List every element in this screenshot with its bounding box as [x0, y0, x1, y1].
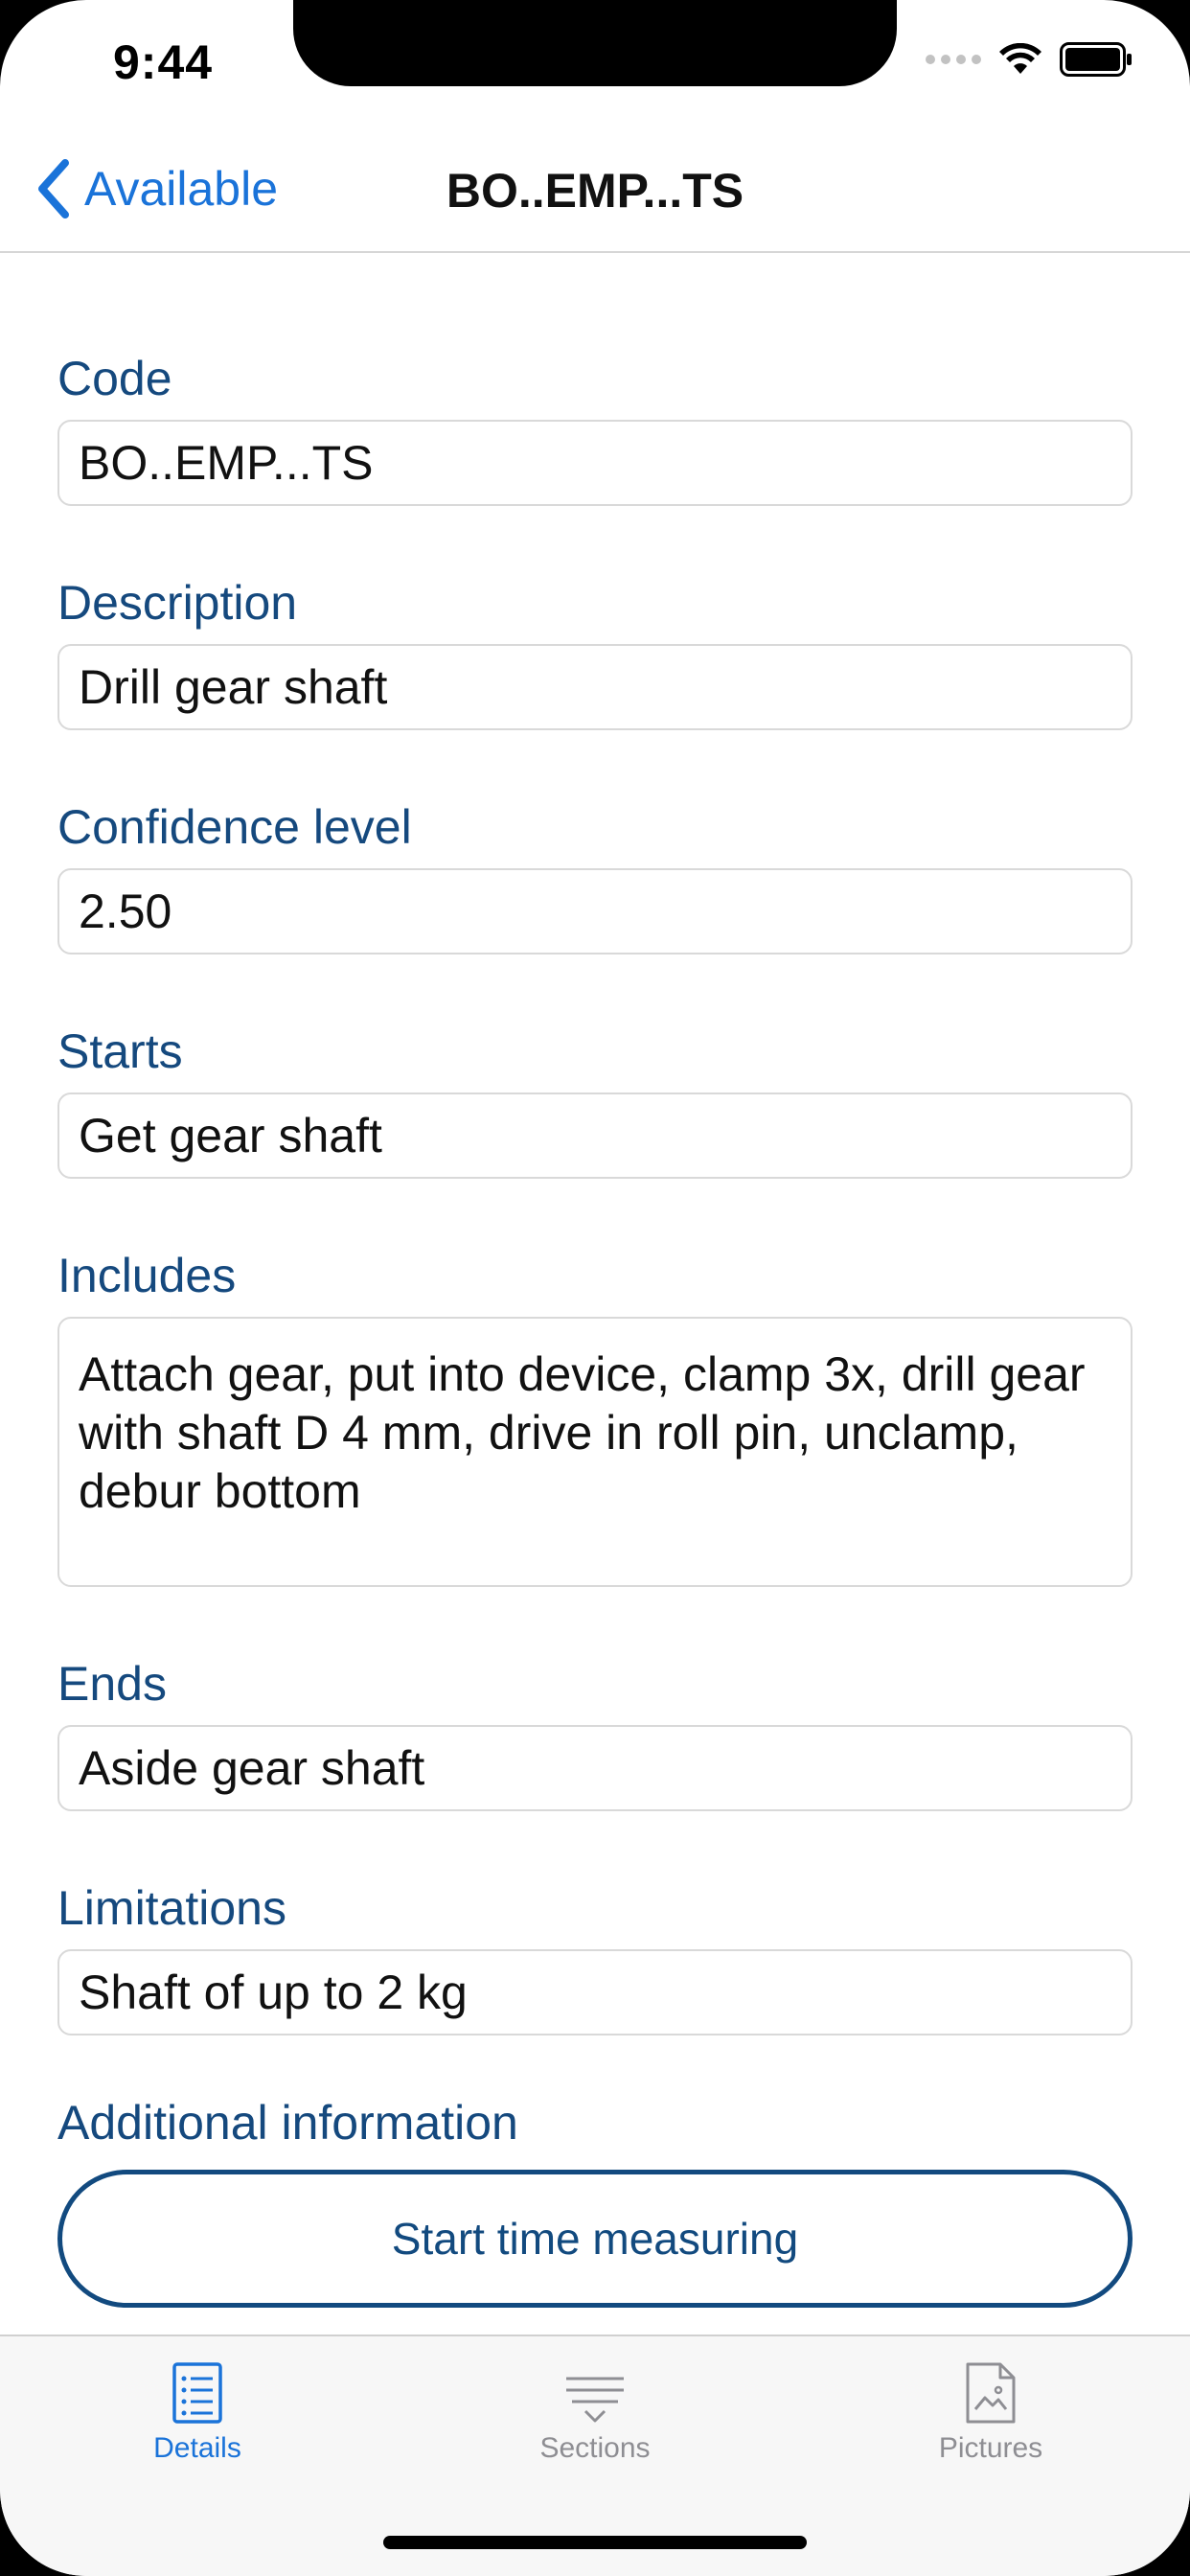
- tab-details[interactable]: Details: [54, 2361, 341, 2496]
- field-label: Description: [57, 576, 298, 630]
- starts-field[interactable]: Get gear shaft: [57, 1092, 1133, 1179]
- field-label: Ends: [57, 1657, 167, 1711]
- field-description: Description Drill gear shaft: [57, 573, 1133, 730]
- tab-sections[interactable]: Sections: [451, 2361, 739, 2496]
- includes-textarea[interactable]: Attach gear, put into device, clamp 3x, …: [57, 1317, 1133, 1587]
- confidence-level-field[interactable]: 2.50: [57, 868, 1133, 954]
- list-document-icon: [172, 2362, 222, 2424]
- field-label: Includes: [57, 1249, 237, 1302]
- field-label: Confidence level: [57, 800, 412, 854]
- wifi-icon: [999, 43, 1041, 74]
- battery-icon: [1060, 42, 1132, 77]
- field-includes: Includes Attach gear, put into device, c…: [57, 1246, 1133, 1587]
- field-code: Code BO..EMP...TS: [57, 349, 1133, 506]
- start-time-measuring-button[interactable]: Start time measuring: [57, 2170, 1133, 2308]
- ends-field[interactable]: Aside gear shaft: [57, 1725, 1133, 1811]
- field-limitations: Limitations Shaft of up to 2 kg: [57, 1878, 1133, 2036]
- code-field[interactable]: BO..EMP...TS: [57, 420, 1133, 506]
- device-notch: [293, 0, 897, 86]
- navigation-bar: Available BO..EMP...TS: [0, 126, 1190, 253]
- additional-information-label: Additional information: [57, 2096, 518, 2150]
- page-title: BO..EMP...TS: [446, 164, 744, 218]
- status-time: 9:44: [113, 35, 214, 89]
- tab-label: Details: [153, 2432, 241, 2464]
- field-ends: Ends Aside gear shaft: [57, 1654, 1133, 1811]
- tab-label: Pictures: [938, 2432, 1043, 2464]
- home-indicator[interactable]: [383, 2536, 807, 2549]
- status-bar: 9:44: [0, 0, 1190, 115]
- tab-label: Sections: [539, 2432, 651, 2464]
- sections-filter-icon: [566, 2377, 624, 2423]
- limitations-field[interactable]: Shaft of up to 2 kg: [57, 1949, 1133, 2036]
- description-field[interactable]: Drill gear shaft: [57, 644, 1133, 730]
- status-indicators: [926, 40, 1133, 79]
- tab-pictures[interactable]: Pictures: [847, 2361, 1134, 2496]
- cellular-signal-icon: [926, 55, 981, 64]
- field-confidence-level: Confidence level 2.50: [57, 797, 1133, 954]
- field-label: Starts: [57, 1024, 183, 1078]
- app-screen: 9:44 Available BO..EMP...TS Code BO..EMP…: [0, 0, 1190, 2576]
- detail-form: Code BO..EMP...TS Description Drill gear…: [57, 349, 1133, 2036]
- field-label: Limitations: [57, 1881, 286, 1935]
- picture-document-icon: [966, 2362, 1016, 2424]
- field-label: Code: [57, 352, 172, 405]
- field-starts: Starts Get gear shaft: [57, 1022, 1133, 1179]
